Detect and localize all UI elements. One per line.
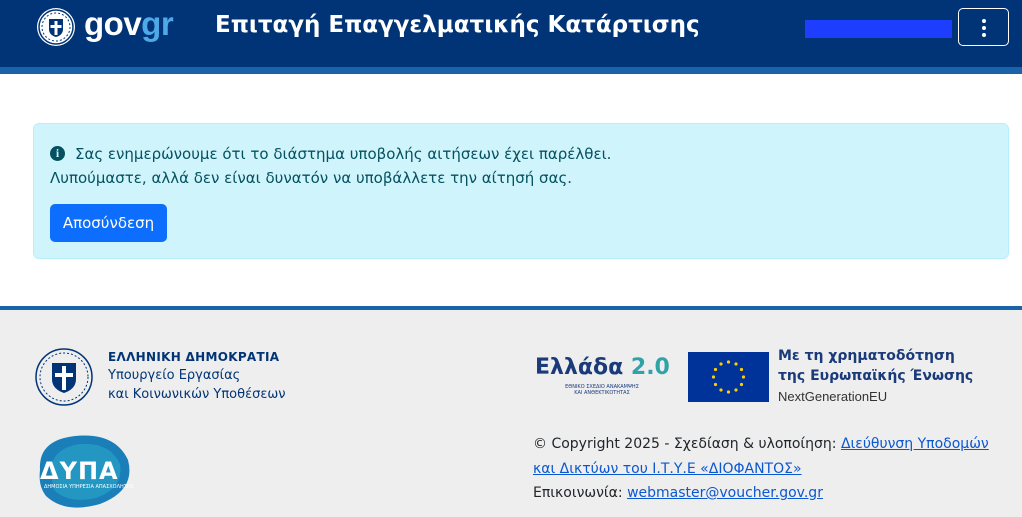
site-header: govgr Επιταγή Επαγγελματικής Κατάρτισης [0, 0, 1022, 67]
diofantos-link-part-1[interactable]: Διεύθυνση Υποδομών [841, 436, 989, 452]
ellada-version: 2.0 [630, 355, 670, 380]
info-circle-icon [50, 146, 65, 161]
alert-message-line-1: Σας ενημερώνουμε ότι το διάστημα υποβολή… [75, 145, 612, 163]
govgr-logo[interactable]: govgr [84, 4, 174, 44]
greek-emblem-icon [37, 8, 75, 46]
ministry-line-1: Υπουργείο Εργασίας [108, 368, 241, 383]
eu-funding-line-3: NextGenerationEU [778, 389, 888, 404]
hellenic-republic-emblem-icon [34, 347, 94, 407]
ellada-name: Ελλάδα [535, 355, 624, 380]
ellada-2-logo: Ελλάδα 2.0 [535, 355, 670, 380]
diofantos-link-part-2[interactable]: και Δικτύων του Ι.Τ.Υ.Ε «ΔΙΟΦΑΝΤΟΣ» [533, 461, 802, 477]
eu-funding-line-2: της Ευρωπαϊκής Ένωσης [778, 368, 974, 384]
ministry-title: ΕΛΛΗΝΙΚΗ ΔΗΜΟΚΡΑΤΙΑ [108, 350, 280, 364]
copyright-line-1: © Copyright 2025 - Σχεδίαση & υλοποίηση:… [533, 436, 989, 452]
copyright-line-2: και Δικτύων του Ι.Τ.Υ.Ε «ΔΙΟΦΑΝΤΟΣ» [533, 461, 802, 477]
contact-email-link[interactable]: webmaster@voucher.gov.gr [627, 485, 823, 501]
dypa-name: ΔΥΠΑ [40, 457, 119, 485]
ellada-subtitle-line-2: ΚΑΙ ΑΝΘΕΚΤΙΚΟΤΗΤΑΣ [574, 390, 630, 396]
brand-gov: gov [84, 5, 142, 42]
ministry-line-2: και Κοινωνικών Υποθέσεων [108, 387, 286, 402]
page-title: Επιταγή Επαγγελματικής Κατάρτισης [215, 12, 700, 38]
ellada-subtitle: ΕΘΝΙΚΟ ΣΧΕΔΙΟ ΑΝΑΚΑΜΨΗΣ ΚΑΙ ΑΝΘΕΚΤΙΚΟΤΗΤ… [562, 384, 642, 396]
header-stripe [0, 67, 1022, 74]
dypa-subtitle: ΔΗΜΟΣΙΑ ΥΠΗΡΕΣΙΑ ΑΠΑΣΧΟΛΗΣΗΣ [44, 484, 134, 490]
copyright-prefix: © Copyright 2025 - Σχεδίαση & υλοποίηση: [533, 436, 841, 452]
site-footer: ΕΛΛΗΝΙΚΗ ΔΗΜΟΚΡΑΤΙΑ Υπουργείο Εργασίας κ… [0, 306, 1022, 517]
menu-button[interactable] [958, 8, 1009, 46]
eu-flag-icon [688, 352, 769, 402]
contact-prefix: Επικοινωνία: [533, 485, 628, 501]
kebab-vertical-icon [982, 19, 986, 37]
user-name-redacted [805, 20, 952, 38]
eu-funding-line-1: Με τη χρηματοδότηση [778, 348, 955, 364]
info-alert: Σας ενημερώνουμε ότι το διάστημα υποβολή… [33, 123, 1009, 259]
logout-button[interactable]: Αποσύνδεση [50, 204, 167, 242]
alert-message-line-2: Λυπούμαστε, αλλά δεν είναι δυνατόν να υπ… [50, 169, 573, 187]
brand-gr: gr [141, 5, 174, 42]
contact-line: Επικοινωνία: webmaster@voucher.gov.gr [533, 485, 823, 501]
